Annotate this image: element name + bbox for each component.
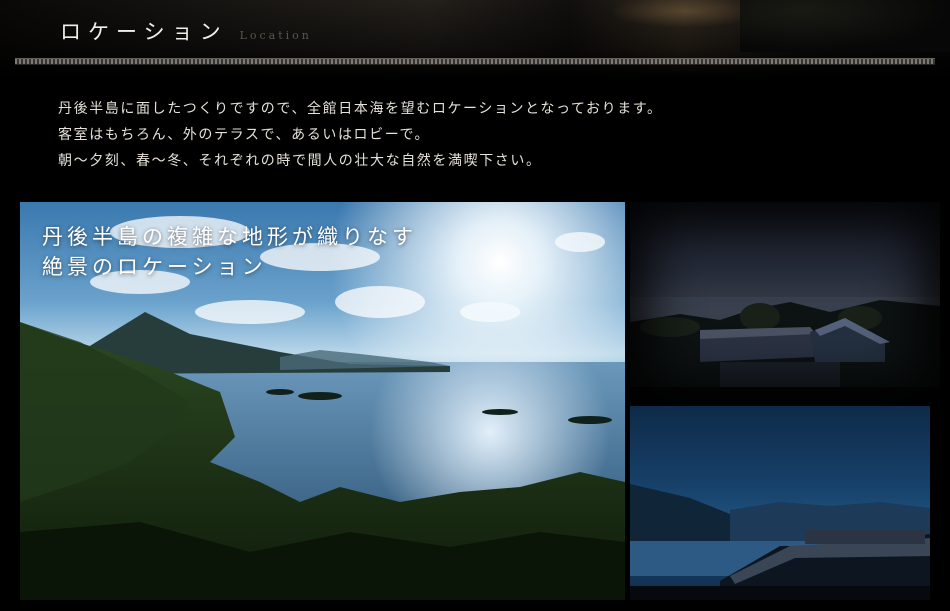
intro-text: 丹後半島に面したつくりですので、全館日本海を望むロケーションとなっております。 … <box>58 96 663 174</box>
dusk-view-photo <box>630 202 940 405</box>
section-title-jp: ロケーション <box>60 20 228 44</box>
intro-line: 客室はもちろん、外のテラスで、あるいはロビーで。 <box>58 127 431 143</box>
intro-line: 朝～夕刻、春～冬、それぞれの時で間人の壮大な自然を満喫下さい。 <box>58 153 542 169</box>
blue-hour-photo <box>630 406 930 606</box>
dusk-building-illustration <box>630 297 940 405</box>
header-background-glow <box>610 0 760 28</box>
section-title-en: Location <box>239 29 312 42</box>
header-divider <box>15 58 935 65</box>
section-header: ロケーション Location <box>0 0 950 78</box>
photo-caption: 丹後半島の複雑な地形が織りなす 絶景のロケーション <box>42 222 417 282</box>
section-title: ロケーション Location <box>60 16 312 46</box>
blue-hour-illustration <box>630 484 930 606</box>
header-background-trees <box>740 0 950 52</box>
photo-caption-line: 丹後半島の複雑な地形が織りなす <box>42 225 417 249</box>
photo-caption-line: 絶景のロケーション <box>42 255 267 279</box>
main-location-photo: 丹後半島の複雑な地形が織りなす 絶景のロケーション <box>20 202 625 602</box>
intro-line: 丹後半島に面したつくりですので、全館日本海を望むロケーションとなっております。 <box>58 101 663 117</box>
page-bottom-edge <box>0 600 950 611</box>
